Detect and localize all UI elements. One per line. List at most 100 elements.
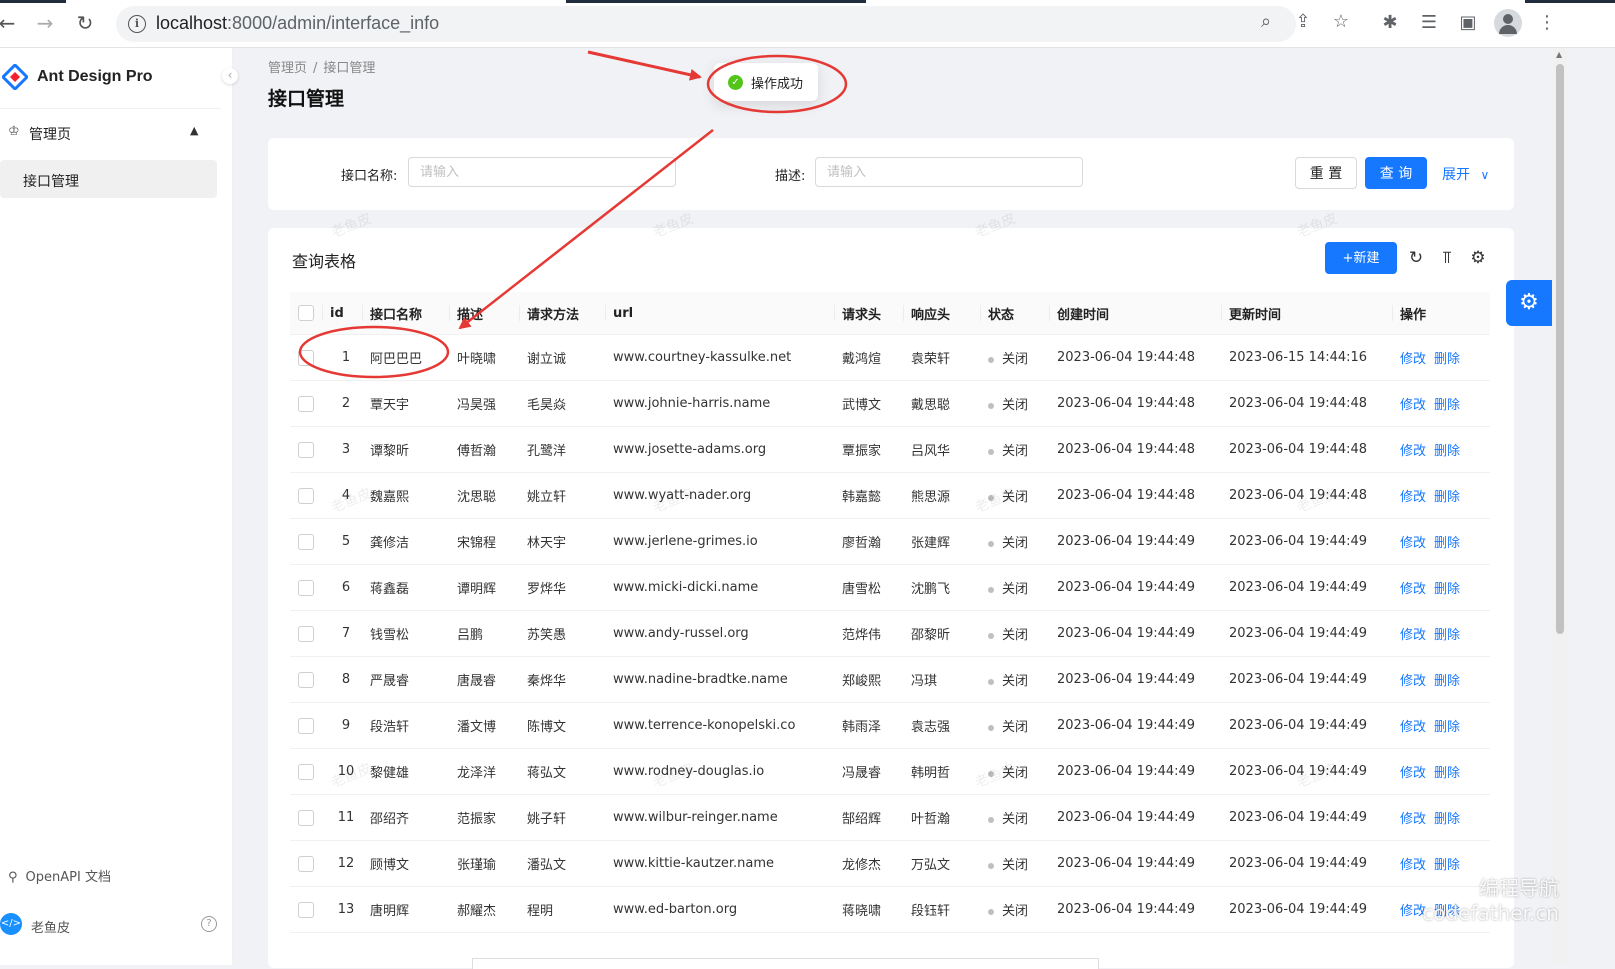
row-select-cell[interactable] <box>290 702 322 749</box>
delete-link[interactable]: 删除 <box>1434 398 1460 413</box>
desc-search-input[interactable] <box>815 157 1083 187</box>
row-select-cell[interactable] <box>290 610 322 657</box>
share-icon[interactable]: ⇪ <box>1292 11 1314 33</box>
edit-link[interactable]: 修改 <box>1400 398 1426 413</box>
profile-icon[interactable] <box>1494 9 1522 37</box>
select-all-cell[interactable] <box>290 292 322 335</box>
select-all-checkbox[interactable] <box>298 305 314 321</box>
row-select-cell[interactable] <box>290 656 322 703</box>
delete-link[interactable]: 删除 <box>1434 720 1460 735</box>
row-select-cell[interactable] <box>290 886 322 933</box>
address-bar[interactable]: i localhost:8000/admin/interface_info ⌕ … <box>116 6 1349 42</box>
row-select-cell[interactable] <box>290 426 322 473</box>
sidebar-item-interface[interactable]: 接口管理 <box>0 160 217 198</box>
openapi-docs-label: OpenAPI 文档 <box>25 870 111 885</box>
cell-response-header: 段钰轩 <box>903 886 980 933</box>
row-select-cell[interactable] <box>290 334 322 381</box>
query-button[interactable]: 查 询 <box>1365 157 1427 189</box>
status-text: 关闭 <box>1002 628 1029 643</box>
collapse-sidebar-icon[interactable]: ‹ <box>222 68 238 84</box>
breadcrumb-item-admin[interactable]: 管理页 <box>268 61 307 76</box>
user-name[interactable]: 老鱼皮 <box>31 917 70 936</box>
table-row: 9 段浩轩 潘文博 陈博文 www.terrence-konopelski.co 韩雨泽袁… <box>290 702 1490 749</box>
site-info-icon[interactable]: i <box>128 15 146 33</box>
delete-link[interactable]: 删除 <box>1434 352 1460 367</box>
row-checkbox[interactable] <box>298 855 314 872</box>
bookmark-star-icon[interactable]: ☆ <box>1330 11 1352 33</box>
reload-icon[interactable]: ↻ <box>72 10 98 36</box>
status-text: 关闭 <box>1002 398 1029 413</box>
row-checkbox[interactable] <box>298 579 314 596</box>
table-row: 8 严晟睿 唐晟睿 秦烨华 www.nadine-bradtke.name 郑峻熙 冯琪 关闭… <box>290 656 1490 703</box>
avatar[interactable]: </> <box>0 913 22 935</box>
edit-link[interactable]: 修改 <box>1400 352 1426 367</box>
new-interface-button[interactable]: +新建 <box>1325 242 1397 274</box>
media-icon[interactable]: ☰ <box>1418 12 1440 34</box>
cell-method: 姚立轩 <box>519 472 605 519</box>
row-select-cell[interactable] <box>290 518 322 565</box>
edit-link[interactable]: 修改 <box>1400 766 1426 781</box>
edit-link[interactable]: 修改 <box>1400 812 1426 827</box>
row-checkbox[interactable] <box>298 763 314 780</box>
row-checkbox[interactable] <box>298 717 314 734</box>
help-icon[interactable]: ? <box>201 916 217 932</box>
row-checkbox[interactable] <box>298 901 314 918</box>
delete-link[interactable]: 删除 <box>1434 628 1460 643</box>
cell-actions: 修改 删除 <box>1392 518 1490 565</box>
row-select-cell[interactable] <box>290 472 322 519</box>
scrollbar-thumb[interactable] <box>1556 64 1564 634</box>
edit-link[interactable]: 修改 <box>1400 582 1426 597</box>
column-header: 更新时间 <box>1221 292 1392 335</box>
row-select-cell[interactable] <box>290 794 322 841</box>
delete-link[interactable]: 删除 <box>1434 674 1460 689</box>
menu-group-admin[interactable]: ♔ 管理页 ▲ <box>8 122 218 144</box>
delete-link[interactable]: 删除 <box>1434 766 1460 781</box>
density-icon[interactable]: ⫪ <box>1437 248 1457 268</box>
delete-link[interactable]: 删除 <box>1434 444 1460 459</box>
name-search-input[interactable] <box>408 157 676 187</box>
cell-status: 关闭 <box>980 886 1049 933</box>
row-checkbox[interactable] <box>298 441 314 458</box>
row-checkbox[interactable] <box>298 671 314 688</box>
edit-link[interactable]: 修改 <box>1400 720 1426 735</box>
delete-link[interactable]: 删除 <box>1434 536 1460 551</box>
reset-button[interactable]: 重 置 <box>1295 157 1357 189</box>
delete-link[interactable]: 删除 <box>1434 858 1460 873</box>
row-checkbox[interactable] <box>298 625 314 642</box>
side-panel-icon[interactable]: ▣ <box>1457 12 1479 34</box>
edit-link[interactable]: 修改 <box>1400 536 1426 551</box>
cell-name: 黎健雄 <box>362 748 449 795</box>
row-checkbox[interactable] <box>298 395 314 412</box>
settings-drawer-button[interactable]: ⚙ <box>1506 280 1552 326</box>
scroll-up-arrow-icon[interactable]: ▲ <box>1556 50 1562 59</box>
row-checkbox[interactable] <box>298 533 314 550</box>
expand-button[interactable]: 展开 ∨ <box>1442 164 1489 184</box>
status-dot-icon <box>988 402 994 409</box>
delete-link[interactable]: 删除 <box>1434 812 1460 827</box>
row-select-cell[interactable] <box>290 748 322 795</box>
row-select-cell[interactable] <box>290 380 322 427</box>
forward-icon[interactable]: → <box>32 10 58 36</box>
back-icon[interactable]: ← <box>0 10 20 36</box>
row-checkbox[interactable] <box>298 349 314 366</box>
success-check-icon: ✓ <box>728 75 743 90</box>
reload-table-icon[interactable]: ↻ <box>1406 248 1426 268</box>
delete-link[interactable]: 删除 <box>1434 490 1460 505</box>
zoom-icon[interactable]: ⌕ <box>1255 11 1277 33</box>
row-checkbox[interactable] <box>298 809 314 826</box>
extensions-icon[interactable]: ✱ <box>1379 12 1401 34</box>
openapi-docs-link[interactable]: ⚲ OpenAPI 文档 <box>8 866 111 885</box>
cell-id: 12 <box>322 840 362 887</box>
row-select-cell[interactable] <box>290 840 322 887</box>
edit-link[interactable]: 修改 <box>1400 628 1426 643</box>
row-select-cell[interactable] <box>290 564 322 611</box>
row-checkbox[interactable] <box>298 487 314 504</box>
column-settings-icon[interactable]: ⚙ <box>1468 248 1488 268</box>
edit-link[interactable]: 修改 <box>1400 858 1426 873</box>
edit-link[interactable]: 修改 <box>1400 444 1426 459</box>
url-text: localhost:8000/admin/interface_info <box>156 13 439 34</box>
edit-link[interactable]: 修改 <box>1400 674 1426 689</box>
edit-link[interactable]: 修改 <box>1400 490 1426 505</box>
more-menu-icon[interactable]: ⋮ <box>1536 12 1558 34</box>
delete-link[interactable]: 删除 <box>1434 582 1460 597</box>
